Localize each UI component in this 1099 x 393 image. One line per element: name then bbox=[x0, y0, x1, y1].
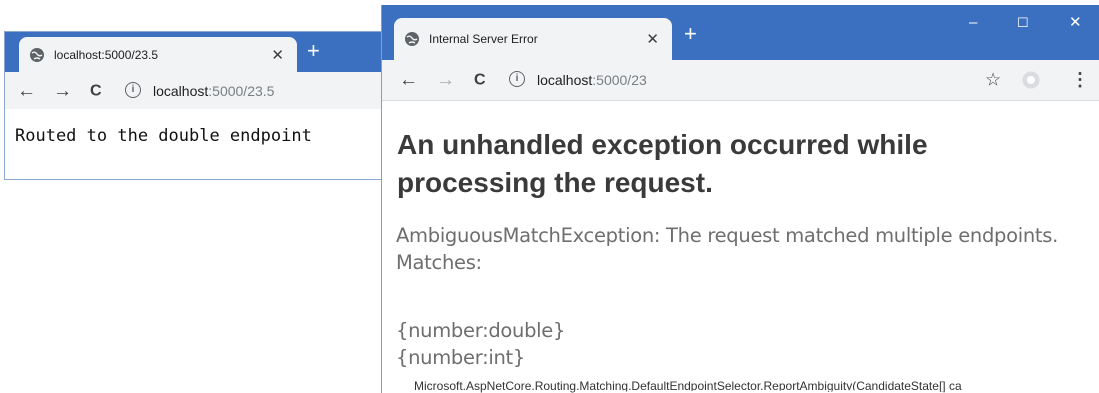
tab-bar: Internal Server Error ✕ + – ☐ ✕ bbox=[382, 5, 1099, 60]
matches-list: {number:double} {number:int} bbox=[396, 317, 565, 371]
plus-icon[interactable]: + bbox=[307, 40, 320, 62]
page-content: An unhandled exception occurred while pr… bbox=[382, 101, 1099, 393]
tab-title: Internal Server Error bbox=[429, 32, 538, 46]
minimize-icon[interactable]: – bbox=[969, 15, 977, 30]
browser-toolbar: ← → C i localhost:5000/23 ☆ ⋮ bbox=[382, 60, 1099, 101]
info-icon[interactable]: i bbox=[125, 81, 141, 98]
error-heading: An unhandled exception occurred while pr… bbox=[397, 129, 928, 198]
tab-title: localhost:5000/23.5 bbox=[54, 47, 159, 62]
browser-window-front: Internal Server Error ✕ + – ☐ ✕ ← → C i … bbox=[381, 5, 1099, 393]
exception-message: AmbiguousMatchException: The request mat… bbox=[396, 222, 1086, 276]
address-url: localhost:5000/23 bbox=[537, 72, 647, 88]
window-close-icon[interactable]: ✕ bbox=[1069, 15, 1082, 30]
url-host: localhost bbox=[537, 72, 593, 88]
star-icon[interactable]: ☆ bbox=[985, 70, 1001, 90]
reload-icon[interactable]: C bbox=[474, 71, 486, 90]
exception-line: AmbiguousMatchException: The request mat… bbox=[396, 224, 1059, 247]
address-bar[interactable]: i localhost:5000/23 bbox=[501, 66, 971, 94]
match-item: {number:int} bbox=[396, 346, 525, 369]
url-host: localhost bbox=[153, 82, 209, 99]
forward-arrow-icon[interactable]: → bbox=[436, 71, 455, 90]
browser-window-back: localhost:5000/23.5 ✕ + ← → C i localhos… bbox=[4, 31, 389, 180]
exception-line: Matches: bbox=[396, 251, 482, 274]
plus-icon[interactable]: + bbox=[684, 23, 697, 45]
page-content: Routed to the double endpoint bbox=[5, 109, 388, 179]
browser-toolbar: ← → C i localhost:5000/23.5 bbox=[5, 72, 388, 110]
back-arrow-icon[interactable]: ← bbox=[17, 81, 36, 100]
close-icon[interactable]: ✕ bbox=[271, 46, 284, 64]
response-text: Routed to the double endpoint bbox=[15, 126, 312, 146]
info-icon[interactable]: i bbox=[509, 71, 525, 87]
address-url: localhost:5000/23.5 bbox=[153, 83, 274, 99]
tab-internal-server-error[interactable]: Internal Server Error ✕ bbox=[394, 18, 672, 60]
reload-icon[interactable]: C bbox=[90, 81, 102, 100]
tab-localhost[interactable]: localhost:5000/23.5 ✕ bbox=[19, 37, 297, 72]
forward-arrow-icon[interactable]: → bbox=[53, 81, 72, 100]
close-icon[interactable]: ✕ bbox=[646, 30, 659, 48]
globe-icon bbox=[30, 47, 44, 62]
match-item: {number:double} bbox=[396, 319, 566, 342]
maximize-icon[interactable]: ☐ bbox=[1017, 15, 1029, 30]
kebab-menu-icon[interactable]: ⋮ bbox=[1071, 70, 1089, 90]
url-path: :5000/23 bbox=[592, 72, 647, 88]
tab-bar: localhost:5000/23.5 ✕ + bbox=[5, 32, 388, 72]
address-bar[interactable]: i localhost:5000/23.5 bbox=[117, 76, 387, 105]
url-path: :5000/23.5 bbox=[208, 82, 275, 99]
profile-icon[interactable] bbox=[1022, 71, 1040, 89]
globe-icon bbox=[405, 32, 419, 46]
back-arrow-icon[interactable]: ← bbox=[399, 71, 418, 90]
